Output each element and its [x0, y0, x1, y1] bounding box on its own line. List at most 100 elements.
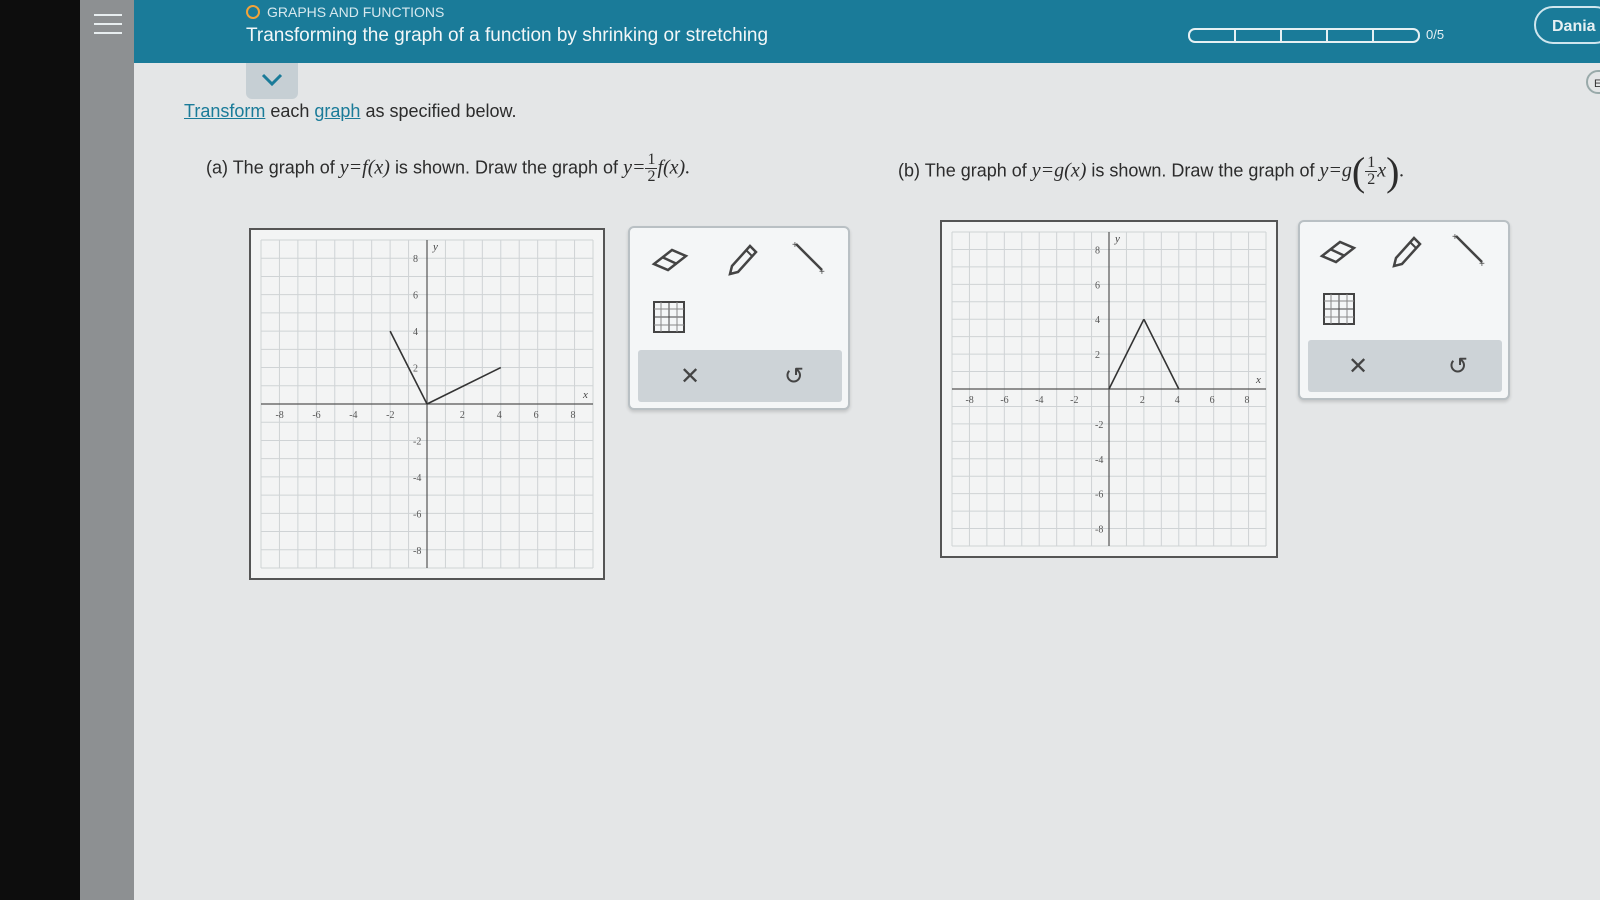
- progress-segment: [1236, 28, 1282, 43]
- svg-text:+: +: [1452, 232, 1458, 243]
- progress-segment: [1282, 28, 1328, 43]
- fraction-numerator: 1: [645, 151, 658, 169]
- tool-panel-b: + + ✕ ↺: [1298, 220, 1510, 400]
- line-tool-icon[interactable]: ++: [792, 240, 828, 276]
- graph-b-canvas[interactable]: -8 -6 -4 -2 2 4 6 8 8 6 4 2 -2 -4 -6 -8 x y: [942, 222, 1276, 556]
- question-a: (a) The graph of y=f(x) is shown. Draw t…: [206, 152, 690, 185]
- x-axis-label: x: [1255, 374, 1261, 386]
- graph-a[interactable]: -8 -6 -4 -2 2 4 6 8 8 6 4 2 -2 -4 -6 -8 x y: [249, 228, 605, 580]
- clear-icon[interactable]: ✕: [1348, 352, 1368, 381]
- y-axis-label: y: [432, 241, 438, 253]
- equation: f(x).: [657, 156, 691, 179]
- instructions-text: as specified below.: [360, 101, 517, 121]
- y-tick-label: -8: [1095, 525, 1103, 536]
- question-text: is shown. Draw the graph of: [1091, 160, 1315, 181]
- fraction: 12: [1365, 154, 1378, 188]
- instructions: Transform each graph as specified below.: [184, 101, 517, 122]
- x-tick-label: -4: [349, 410, 357, 421]
- y-tick-label: 4: [413, 327, 418, 338]
- y-tick-label: -2: [413, 436, 421, 447]
- undo-icon[interactable]: ↺: [1448, 352, 1468, 381]
- action-bar-b: ✕ ↺: [1308, 340, 1502, 392]
- question-text: The graph of: [232, 157, 335, 178]
- x-tick-label: -6: [312, 410, 320, 421]
- y-tick-label: 6: [1095, 280, 1100, 291]
- progress-count: 0/5: [1426, 27, 1445, 42]
- progress-segment: [1188, 28, 1236, 43]
- side-tab[interactable]: E: [1586, 70, 1600, 94]
- question-label: (b): [898, 160, 920, 181]
- graph-b[interactable]: -8 -6 -4 -2 2 4 6 8 8 6 4 2 -2 -4 -6 -8 x y: [940, 220, 1278, 558]
- svg-text:+: +: [819, 267, 825, 276]
- y-tick-label: 8: [1095, 245, 1100, 256]
- pencil-icon[interactable]: [724, 240, 760, 276]
- equation: y=: [623, 156, 646, 179]
- instructions-text: each: [265, 101, 315, 121]
- y-tick-label: 2: [413, 364, 418, 375]
- line-tool-icon[interactable]: ++: [1452, 232, 1488, 268]
- collapse-button[interactable]: [246, 63, 298, 99]
- x-tick-label: 4: [1175, 395, 1180, 406]
- progress-bar: [1188, 28, 1420, 43]
- y-tick-label: -4: [1095, 455, 1103, 466]
- y-tick-label: -6: [413, 509, 421, 520]
- equation: y=g(x): [1031, 159, 1087, 182]
- question-text: is shown. Draw the graph of: [394, 157, 619, 178]
- y-axis-label: y: [1114, 233, 1120, 245]
- y-tick-label: 6: [413, 291, 418, 302]
- y-tick-label: -4: [413, 473, 421, 484]
- transform-link[interactable]: Transform: [184, 101, 265, 121]
- equation: y=f(x): [339, 156, 390, 179]
- x-tick-label: 6: [534, 410, 539, 421]
- breadcrumb-text: GRAPHS AND FUNCTIONS: [267, 4, 445, 20]
- paren: ): [1386, 149, 1400, 194]
- y-tick-label: 2: [1095, 350, 1100, 361]
- tool-panel-a: + + ✕ ↺: [628, 226, 850, 410]
- graph-link[interactable]: graph: [314, 101, 360, 121]
- clear-icon[interactable]: ✕: [680, 362, 700, 391]
- y-tick-label: 8: [413, 254, 418, 265]
- eraser-icon[interactable]: [650, 244, 690, 274]
- equation: x: [1377, 159, 1387, 182]
- fraction-denominator: 2: [647, 168, 656, 185]
- question-b: (b) The graph of y=g(x) is shown. Draw t…: [898, 148, 1404, 195]
- grid-tool-icon[interactable]: [1322, 292, 1356, 326]
- grid-tool-icon[interactable]: [652, 300, 686, 334]
- x-tick-label: 6: [1210, 395, 1215, 406]
- user-menu-button[interactable]: Dania: [1534, 6, 1600, 44]
- fraction-numerator: 1: [1365, 154, 1378, 172]
- graph-a-canvas[interactable]: -8 -6 -4 -2 2 4 6 8 8 6 4 2 -2 -4 -6 -8 x y: [251, 230, 603, 578]
- svg-text:+: +: [792, 240, 798, 251]
- equation: y=g: [1319, 159, 1352, 182]
- y-tick-label: -2: [1095, 420, 1103, 431]
- y-tick-label: -8: [413, 546, 421, 557]
- question-label: (a): [206, 157, 228, 178]
- fraction: 12: [645, 151, 658, 185]
- x-tick-label: -2: [1070, 395, 1078, 406]
- x-tick-label: 2: [1140, 395, 1145, 406]
- eraser-icon[interactable]: [1318, 236, 1358, 266]
- device-frame: [80, 0, 134, 900]
- paren: (: [1351, 149, 1366, 194]
- app-screen: GRAPHS AND FUNCTIONS Transforming the gr…: [94, 0, 1600, 900]
- x-tick-label: 8: [1245, 395, 1250, 406]
- fraction-denominator: 2: [1367, 171, 1376, 188]
- x-tick-label: 4: [497, 410, 502, 421]
- x-axis-label: x: [582, 389, 588, 401]
- undo-icon[interactable]: ↺: [784, 362, 804, 391]
- y-tick-label: 4: [1095, 315, 1100, 326]
- top-bar: GRAPHS AND FUNCTIONS Transforming the gr…: [94, 0, 1600, 63]
- x-tick-label: -4: [1035, 395, 1043, 406]
- chevron-down-icon: [261, 73, 283, 87]
- device-bezel: [0, 0, 80, 900]
- pencil-icon[interactable]: [1388, 232, 1424, 268]
- action-bar-a: ✕ ↺: [638, 350, 842, 402]
- x-tick-label: -8: [275, 410, 283, 421]
- svg-text:+: +: [1479, 259, 1485, 268]
- page-title: Transforming the graph of a function by …: [246, 25, 769, 46]
- equation: .: [1399, 159, 1405, 182]
- x-tick-label: -8: [965, 395, 973, 406]
- question-text: The graph of: [924, 160, 1027, 181]
- x-tick-label: 8: [571, 410, 576, 421]
- hamburger-icon[interactable]: [94, 14, 122, 36]
